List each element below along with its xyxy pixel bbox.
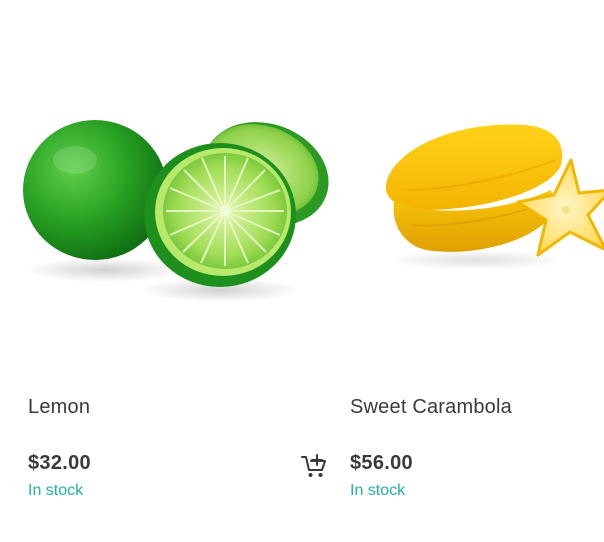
stock-status: In stock bbox=[350, 482, 406, 499]
product-card-lemon[interactable]: Lemon $32.00 In stock bbox=[0, 0, 336, 542]
product-card-sweet-carambola[interactable]: Sweet Carambola $56.00 In stock bbox=[336, 0, 604, 542]
product-price: $56.00 bbox=[350, 452, 413, 474]
product-name[interactable]: Sweet Carambola bbox=[350, 396, 512, 419]
stock-status: In stock bbox=[28, 482, 84, 499]
carambola-image[interactable] bbox=[366, 90, 604, 330]
add-to-cart-icon[interactable] bbox=[300, 453, 328, 479]
lime-image[interactable] bbox=[20, 90, 340, 330]
product-price: $32.00 bbox=[28, 452, 91, 474]
product-name[interactable]: Lemon bbox=[28, 396, 90, 419]
